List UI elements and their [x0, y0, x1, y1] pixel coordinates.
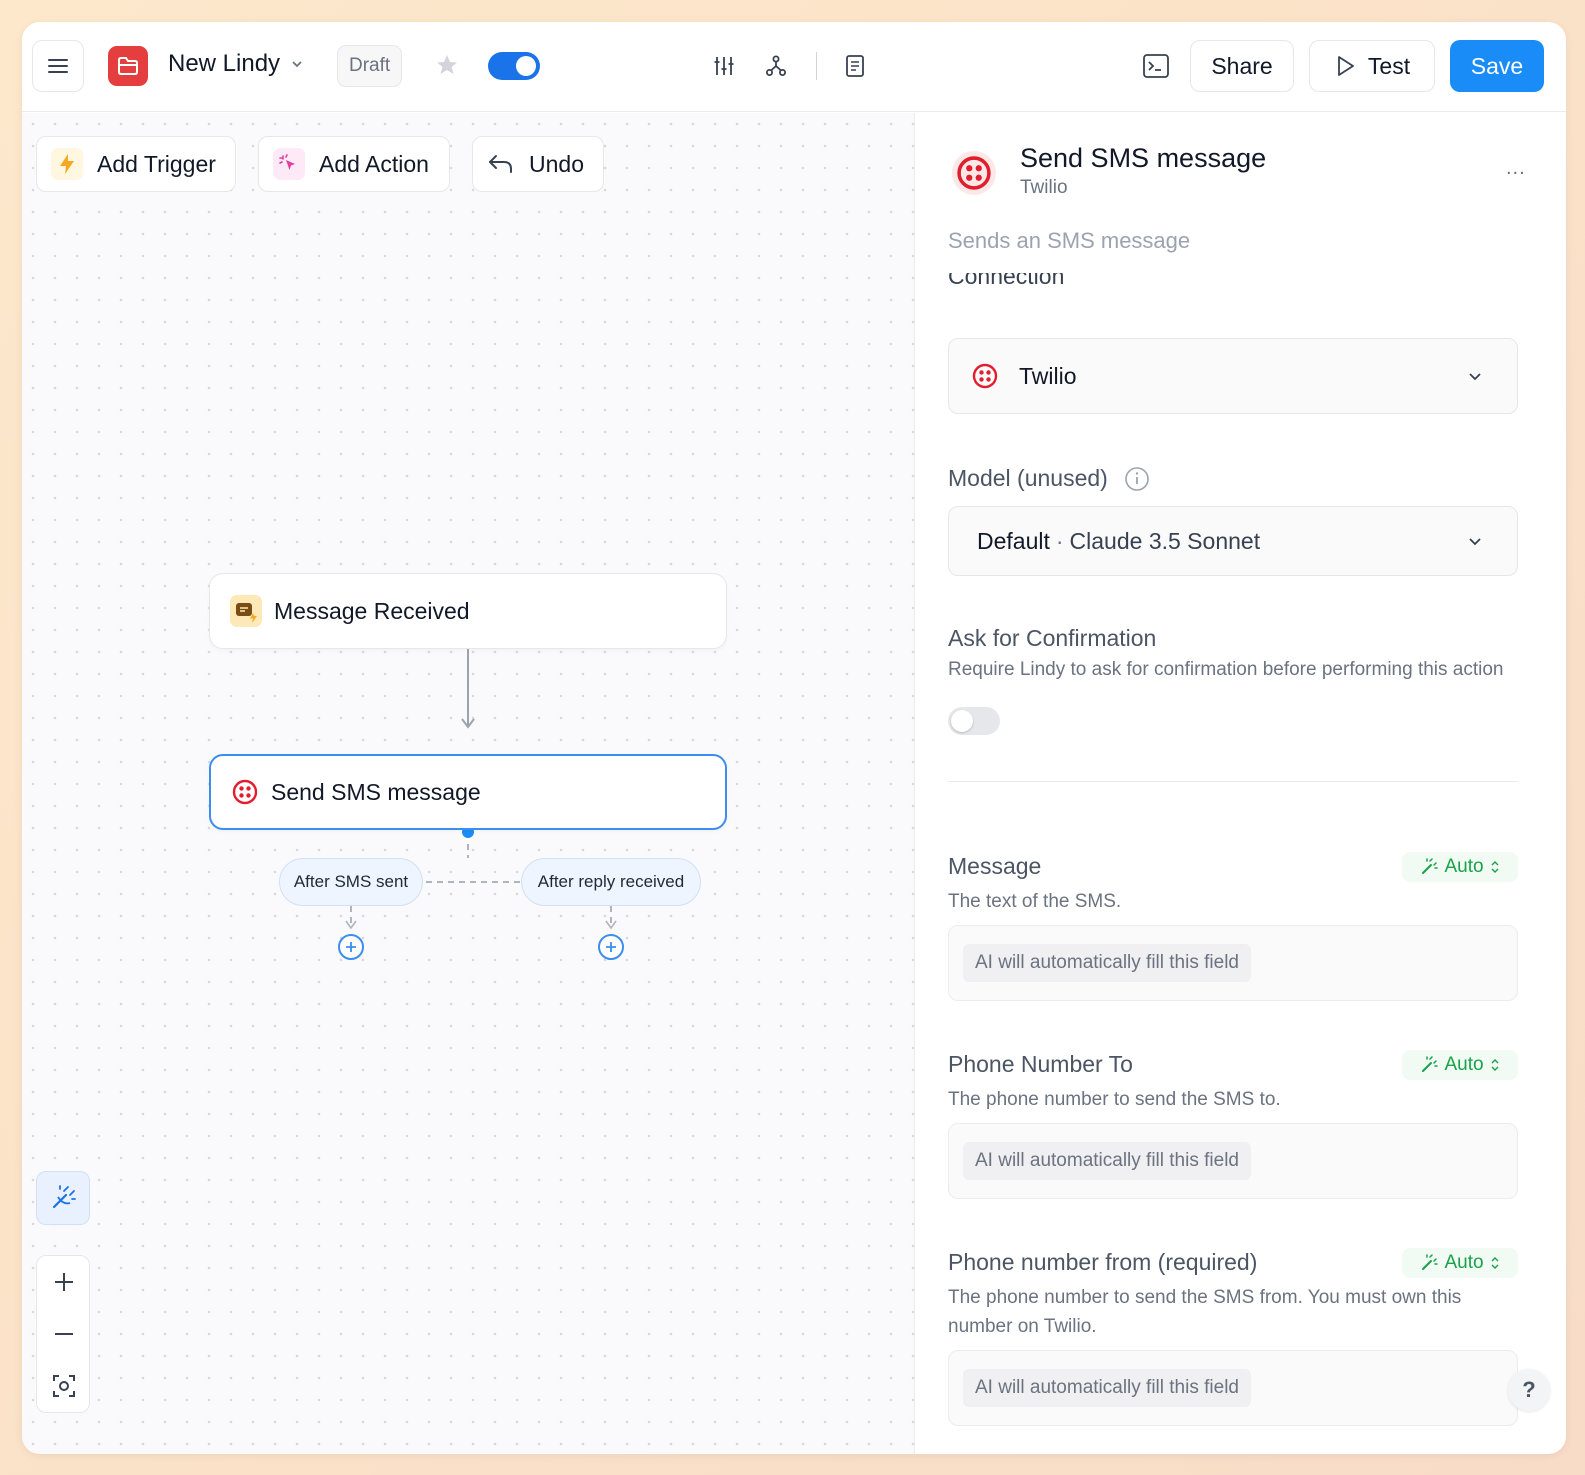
- phone-from-input[interactable]: AI will automatically fill this field: [948, 1350, 1518, 1426]
- chevron-down-icon: [1469, 373, 1481, 381]
- auto-label: Auto: [1444, 1252, 1484, 1273]
- message-field-hint: The text of the SMS.: [948, 891, 1122, 912]
- magic-wand-icon: [1422, 1254, 1439, 1270]
- phone-to-field-label: Phone Number To: [948, 1051, 1133, 1077]
- twilio-icon: [232, 779, 258, 805]
- fit-view-button[interactable]: [37, 1360, 91, 1412]
- share-label: Share: [1211, 52, 1273, 79]
- app-logo: [108, 46, 148, 86]
- auto-label: Auto: [1444, 856, 1484, 877]
- confirmation-hint: Require Lindy to ask for confirmation be…: [948, 659, 1504, 680]
- sliders-icon: [714, 57, 734, 75]
- action-node-send-sms[interactable]: Send SMS message: [209, 754, 727, 830]
- flow-canvas[interactable]: Add Trigger Add Action Undo Message Rece…: [22, 113, 915, 1454]
- model-select[interactable]: Default · Claude 3.5 Sonnet: [948, 506, 1518, 576]
- branch-after-reply-received[interactable]: After reply received: [521, 858, 701, 906]
- phone-to-field-hint: The phone number to send the SMS to.: [948, 1089, 1281, 1110]
- plus-icon: [606, 942, 616, 952]
- ai-fill-chip: AI will automatically fill this field: [963, 1142, 1251, 1180]
- model-value: Claude 3.5 Sonnet: [1069, 527, 1261, 554]
- info-icon[interactable]: [1124, 466, 1150, 492]
- message-auto-toggle[interactable]: Auto: [1402, 852, 1518, 882]
- branch-after-sms-sent[interactable]: After SMS sent: [279, 858, 423, 906]
- settings-sliders-button[interactable]: [708, 50, 740, 82]
- agent-name: New Lindy: [168, 50, 281, 77]
- magic-wand-icon: [52, 1185, 76, 1209]
- message-input[interactable]: AI will automatically fill this field: [948, 925, 1518, 1001]
- panel-description: Sends an SMS message: [948, 228, 1191, 253]
- flow-connectors: [345, 633, 617, 930]
- confirmation-toggle[interactable]: [948, 707, 1000, 735]
- phone-from-auto-toggle[interactable]: Auto: [1402, 1248, 1518, 1278]
- ai-fill-chip: AI will automatically fill this field: [963, 944, 1251, 982]
- model-separator: ·: [1055, 527, 1064, 554]
- chevron-down-icon: [292, 61, 302, 68]
- trigger-node-message-received[interactable]: Message Received: [209, 573, 727, 649]
- agent-title[interactable]: New Lindy: [168, 50, 304, 78]
- save-button[interactable]: Save: [1450, 40, 1544, 92]
- message-field-label: Message: [948, 853, 1042, 879]
- chevron-down-icon: [1469, 538, 1481, 546]
- phone-to-auto-toggle[interactable]: Auto: [1402, 1050, 1518, 1080]
- folder-icon: [118, 57, 138, 75]
- help-button[interactable]: ?: [1508, 1369, 1550, 1411]
- auto-layout-button[interactable]: [36, 1171, 90, 1225]
- trigger-node-label: Message Received: [274, 597, 470, 624]
- model-label: Model (unused): [948, 465, 1150, 492]
- confirmation-label: Ask for Confirmation: [948, 625, 1157, 651]
- toolbar-divider: [816, 52, 817, 80]
- auto-label: Auto: [1444, 1054, 1484, 1075]
- panel-title: Send SMS message: [1020, 143, 1267, 173]
- twilio-icon: [957, 156, 991, 190]
- sort-arrows-icon: [1491, 1257, 1499, 1269]
- flow-tree-icon: [766, 55, 786, 76]
- minus-icon: [55, 1333, 73, 1335]
- zoom-out-button[interactable]: [37, 1308, 91, 1360]
- connection-select[interactable]: Twilio: [948, 338, 1518, 414]
- phone-from-field-label: Phone number from (required): [948, 1249, 1258, 1275]
- phone-to-input[interactable]: AI will automatically fill this field: [948, 1123, 1518, 1199]
- plus-icon: [346, 942, 356, 952]
- add-step-after-reply-button[interactable]: [598, 934, 624, 960]
- flow-view-button[interactable]: [760, 50, 792, 82]
- active-toggle[interactable]: [488, 52, 540, 80]
- chat-bubble-icon: [230, 595, 262, 627]
- zoom-in-button[interactable]: [37, 1256, 91, 1308]
- magic-wand-icon: [1422, 858, 1439, 874]
- menu-button[interactable]: [32, 40, 84, 92]
- terminal-icon: [1143, 54, 1169, 78]
- sort-arrows-icon: [1491, 1059, 1499, 1071]
- phone-from-field-hint: The phone number to send the SMS from. Y…: [948, 1287, 1462, 1337]
- more-options-button[interactable]: ...: [1506, 157, 1526, 180]
- panel-provider: Twilio: [1020, 177, 1068, 198]
- draft-badge: Draft: [337, 45, 403, 87]
- twilio-logo: [952, 151, 996, 195]
- model-default: Default: [977, 527, 1050, 554]
- document-button[interactable]: [839, 50, 871, 82]
- magic-wand-icon: [1422, 1056, 1439, 1072]
- star-icon: [437, 55, 457, 74]
- document-icon: [846, 55, 864, 77]
- action-node-label: Send SMS message: [271, 778, 481, 805]
- test-label: Test: [1367, 52, 1411, 79]
- play-icon: [1338, 56, 1354, 76]
- ai-fill-chip: AI will automatically fill this field: [963, 1369, 1251, 1407]
- connection-value: Twilio: [1019, 362, 1077, 389]
- hamburger-icon: [48, 59, 68, 73]
- focus-frame-icon: [53, 1375, 75, 1397]
- share-button[interactable]: Share: [1190, 40, 1294, 92]
- terminal-button[interactable]: [1140, 50, 1172, 82]
- add-step-after-sms-sent-button[interactable]: [338, 934, 364, 960]
- favorite-button[interactable]: [432, 50, 462, 80]
- app-window: New Lindy Draft Share Test Save Add Trig…: [22, 22, 1566, 1454]
- plus-icon: [55, 1273, 73, 1291]
- twilio-icon: [972, 363, 998, 389]
- test-button[interactable]: Test: [1309, 40, 1435, 92]
- sort-arrows-icon: [1491, 861, 1499, 873]
- action-settings-panel: Send SMS message Twilio ... Sends an SMS…: [916, 113, 1566, 1454]
- section-divider: [948, 781, 1518, 782]
- zoom-controls: [36, 1255, 90, 1413]
- top-bar: New Lindy Draft Share Test Save: [22, 22, 1566, 112]
- connection-label: Connection: [948, 273, 1065, 289]
